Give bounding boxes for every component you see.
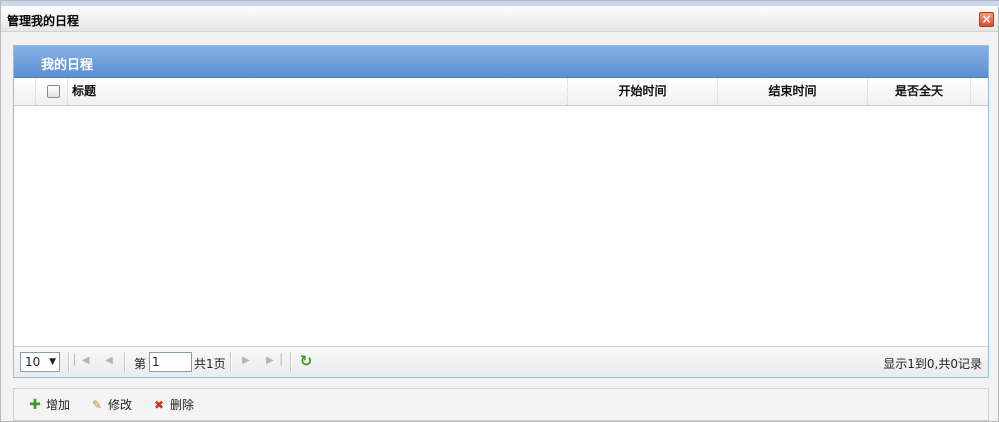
schedule-panel: 我的日程 标题 开始时间 结束时间 是否全天 10 ▼ ▏◀ ◀ 第 1 共1页 (13, 45, 989, 378)
page-size-select[interactable]: 10 ▼ (20, 352, 60, 372)
pager-separator (290, 352, 292, 372)
edit-button[interactable]: ✎ 修改 (90, 397, 132, 415)
grid-header: 标题 开始时间 结束时间 是否全天 (14, 78, 988, 106)
column-header-all-day[interactable]: 是否全天 (868, 78, 971, 105)
action-toolbar: ✚ 增加 ✎ 修改 ✖ 删除 (13, 388, 989, 421)
column-header-title[interactable]: 标题 (70, 78, 568, 105)
add-label: 增加 (46, 398, 71, 412)
first-page-icon[interactable]: ▏◀ (74, 354, 89, 368)
add-icon: ✚ (29, 397, 41, 413)
column-header-end-time[interactable]: 结束时间 (718, 78, 868, 105)
edit-label: 修改 (108, 398, 133, 412)
last-page-icon[interactable]: ▶▕ (266, 354, 281, 368)
close-button[interactable]: × (979, 12, 994, 27)
panel-header: 我的日程 (14, 46, 988, 78)
dialog-header: 管理我的日程 × (1, 6, 998, 32)
next-page-icon[interactable]: ▶ (239, 354, 253, 368)
refresh-icon[interactable]: ↻ (297, 352, 315, 370)
delete-button[interactable]: ✖ 删除 (152, 397, 194, 415)
page-total-label: 共1页 (194, 357, 226, 371)
row-number-column (14, 78, 36, 105)
pagination-bar: 10 ▼ ▏◀ ◀ 第 1 共1页 ▶ ▶▕ ↻ 显示1到0,共0记录 (14, 346, 988, 377)
pager-separator (230, 352, 232, 372)
schedule-dialog: 管理我的日程 × 我的日程 标题 开始时间 结束时间 是否全天 10 ▼ ▏◀ (0, 0, 999, 422)
pager-separator (68, 352, 70, 372)
prev-page-icon[interactable]: ◀ (102, 354, 116, 368)
select-all-checkbox[interactable] (47, 85, 60, 98)
column-header-start-time[interactable]: 开始时间 (568, 78, 718, 105)
chevron-down-icon: ▼ (49, 357, 56, 367)
add-button[interactable]: ✚ 增加 (28, 397, 70, 415)
delete-label: 删除 (170, 398, 195, 412)
page-size-value: 10 (25, 355, 41, 369)
page-prefix-label: 第 (134, 357, 147, 371)
panel-title: 我的日程 (41, 58, 94, 73)
page-number-input[interactable]: 1 (149, 352, 192, 372)
delete-icon: ✖ (153, 398, 165, 412)
pager-separator (124, 352, 126, 372)
edit-icon: ✎ (91, 398, 103, 412)
close-icon: × (981, 12, 992, 26)
select-all-column (36, 78, 68, 105)
dialog-title: 管理我的日程 (7, 14, 80, 28)
pager-info: 显示1到0,共0记录 (883, 357, 982, 371)
grid-body (14, 107, 988, 346)
